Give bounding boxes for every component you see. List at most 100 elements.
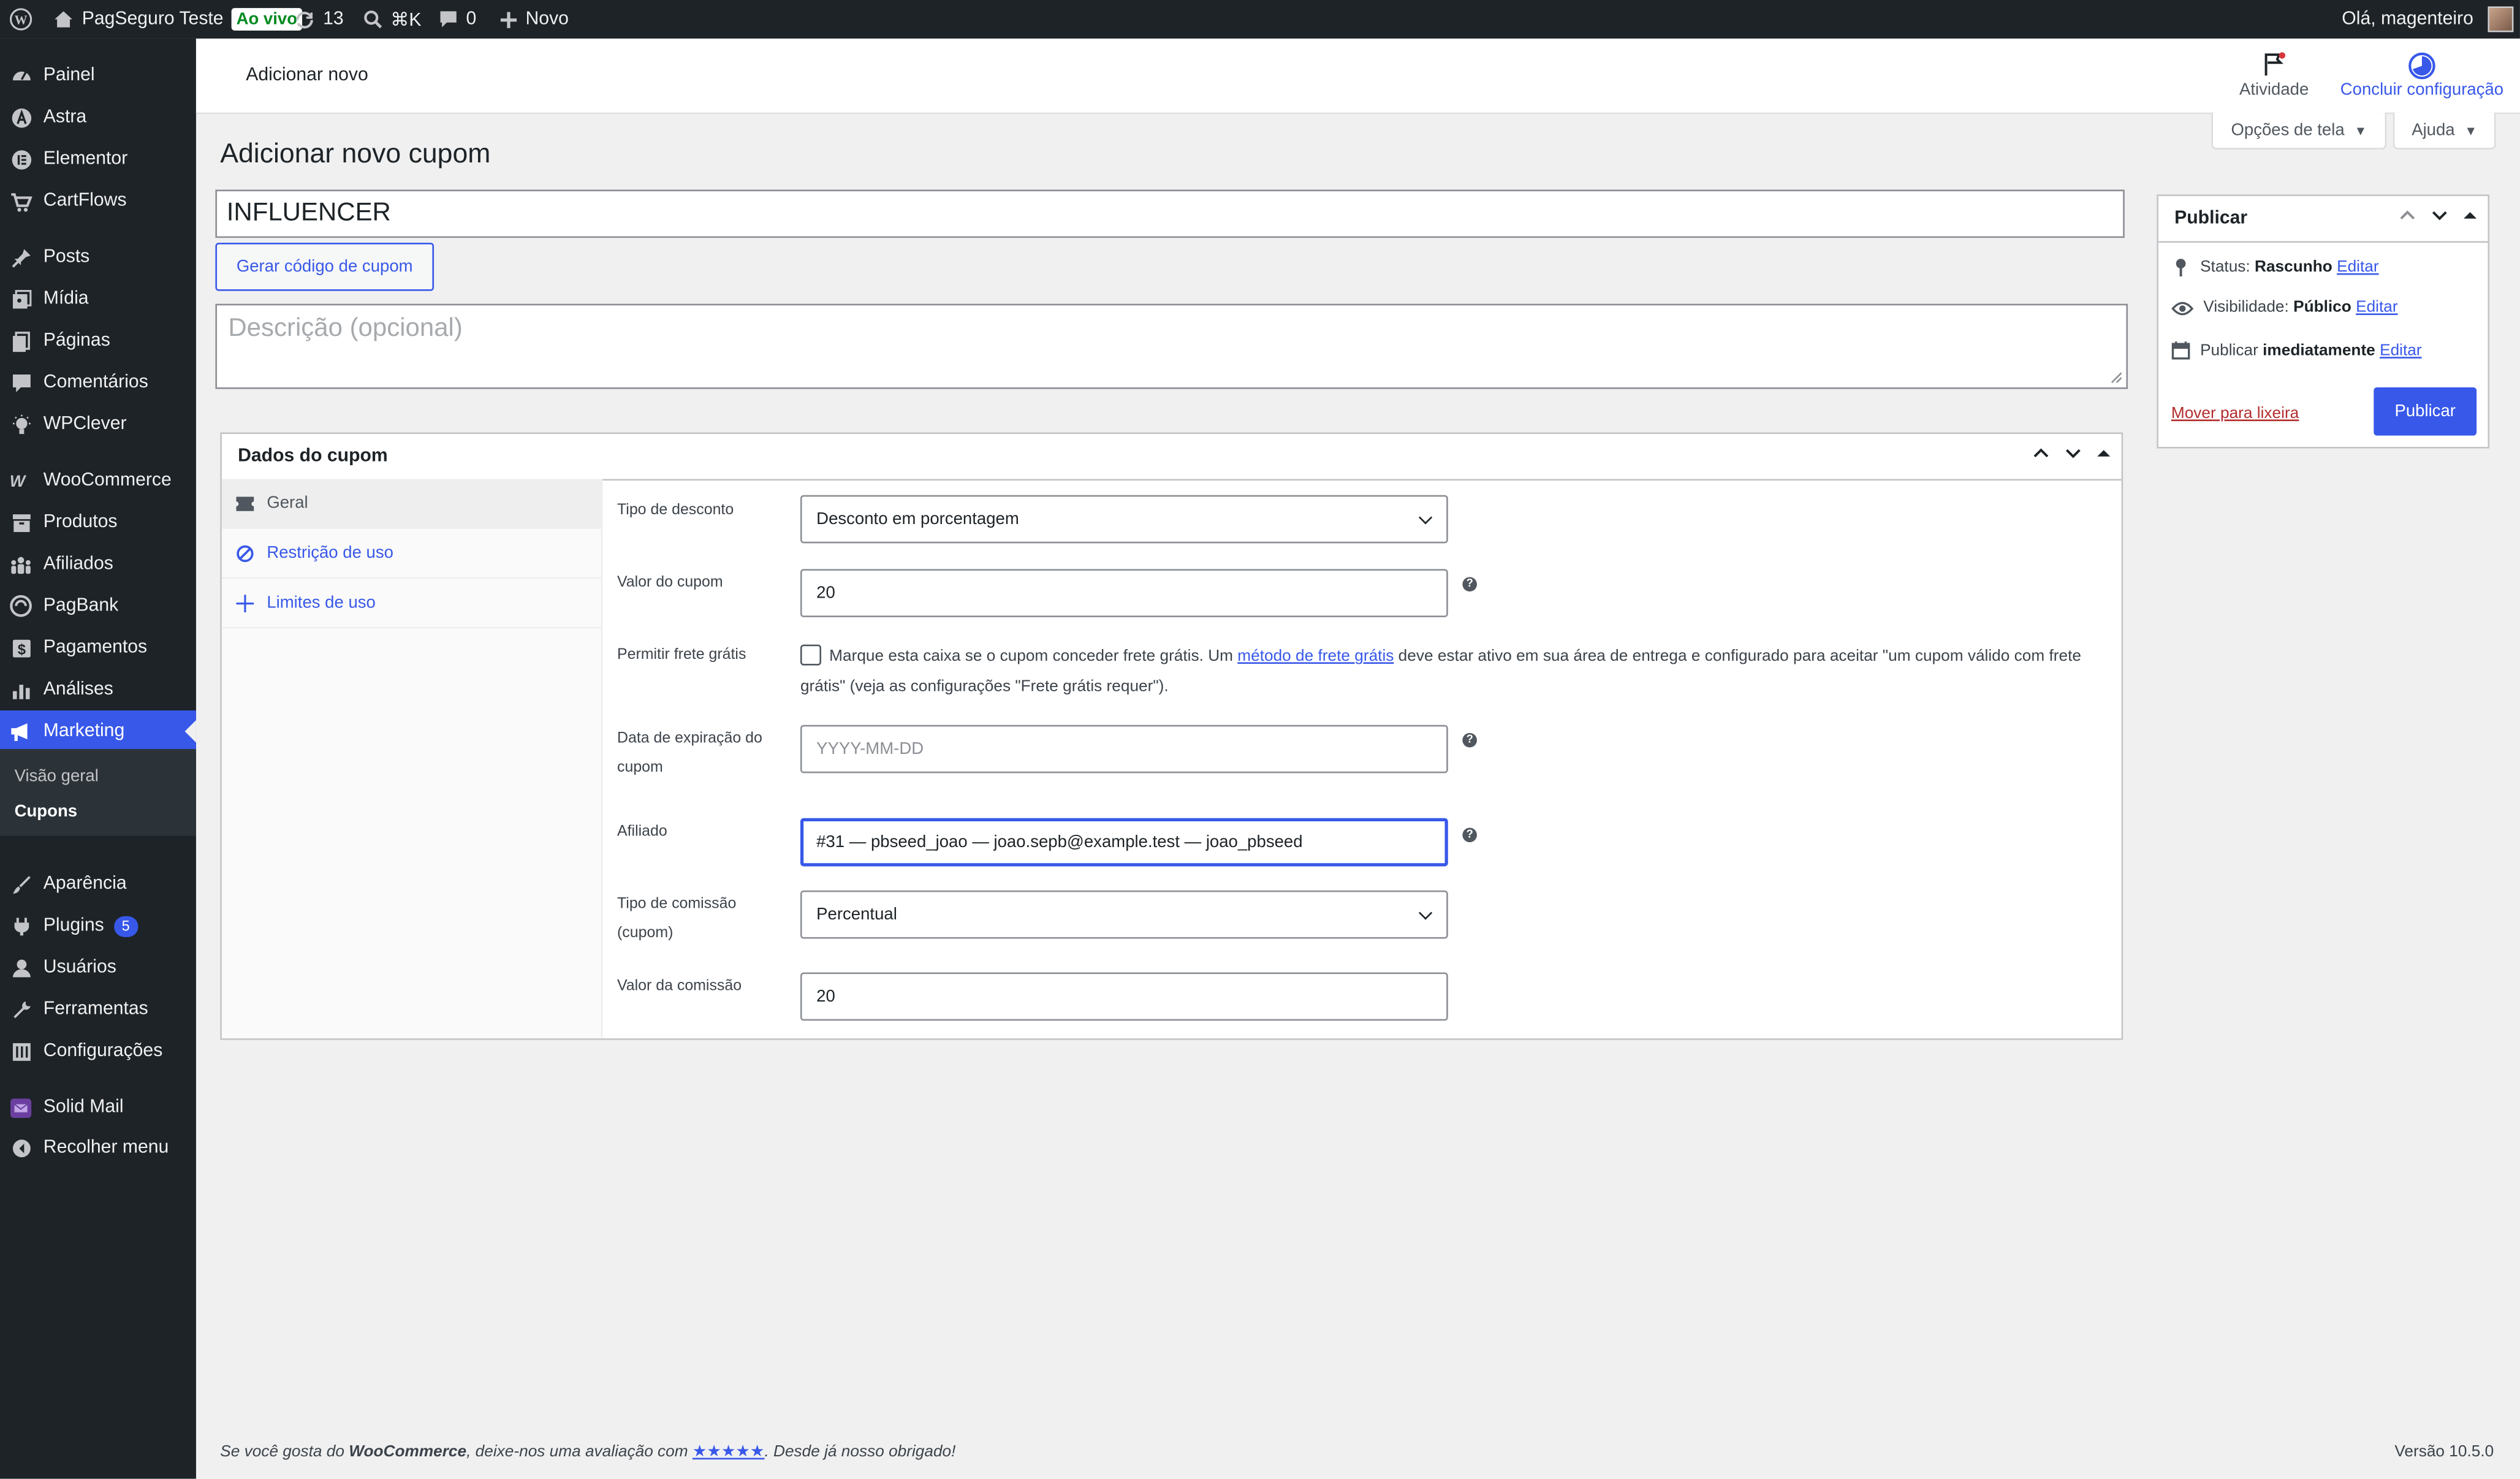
avatar [2488, 6, 2514, 32]
expiry-date-input[interactable]: YYYY-MM-DD [800, 724, 1448, 774]
free-shipping-method-link[interactable]: método de frete grátis [1237, 648, 1394, 666]
wordpress-logo-icon[interactable]: W [9, 0, 32, 39]
sidebar-item-produtos[interactable]: Produtos [0, 503, 196, 542]
sidebar-item-comentarios[interactable]: Comentários [0, 363, 196, 402]
tab-usage-limits[interactable]: Limites de uso [221, 579, 601, 629]
commission-type-select[interactable]: Percentual [800, 890, 1448, 939]
sidebar-item-afiliados[interactable]: Afiliados [0, 545, 196, 584]
publish-header: Publicar [2158, 196, 2488, 243]
tab-usage-limits-label: Limites de uso [267, 593, 376, 613]
rating-stars-link[interactable]: ★★★★★ [693, 1443, 765, 1461]
screen-options-button[interactable]: Opções de tela ▼ [2211, 112, 2387, 150]
updates-link[interactable]: 13 [294, 0, 344, 39]
footer-text: Se você gosta do [220, 1443, 349, 1461]
toggle-panel-icon[interactable] [2096, 445, 2112, 461]
sidebar-item-usuarios[interactable]: Usuários [0, 948, 196, 987]
move-up-icon[interactable] [2398, 206, 2417, 225]
expiry-date-placeholder: YYYY-MM-DD [816, 739, 924, 759]
sidebar-item-configuracoes[interactable]: Configurações [0, 1032, 196, 1071]
sidebar-item-recolher-menu[interactable]: Recolher menu [0, 1128, 196, 1167]
publish-status-row: Status: Rascunho Editar [2171, 257, 2379, 277]
coupon-code-input[interactable]: INFLUENCER [215, 189, 2125, 238]
sidebar-item-label: WPClever [43, 414, 127, 435]
my-account[interactable]: Olá, magenteiro [2342, 0, 2514, 39]
sidebar-item-solid-mail[interactable]: Solid Mail [0, 1088, 196, 1127]
sidebar-item-pagamentos[interactable]: $ Pagamentos [0, 628, 196, 667]
help-button[interactable]: Ajuda ▼ [2393, 112, 2496, 150]
amount-label: Valor do cupom [617, 574, 723, 592]
publish-title: Publicar [2174, 208, 2248, 229]
sidebar-item-painel[interactable]: Painel [0, 56, 196, 95]
cartflows-icon [10, 189, 32, 212]
sidebar-item-cartflows[interactable]: CartFlows [0, 181, 196, 220]
tab-general[interactable]: Geral [221, 479, 601, 529]
sidebar-item-paginas[interactable]: Páginas [0, 321, 196, 360]
commission-value-input[interactable]: 20 [800, 972, 1448, 1021]
discount-type-label: Tipo de desconto [617, 501, 734, 520]
help-icon[interactable]: ? [1462, 732, 1477, 748]
affiliate-input[interactable]: #31 — pbseed_joao — joao.sepb@example.te… [800, 818, 1448, 867]
move-up-icon[interactable] [2032, 444, 2051, 463]
sidebar-item-midia[interactable]: Mídia [0, 279, 196, 318]
move-to-trash-link[interactable]: Mover para lixeira [2171, 405, 2299, 423]
description-textarea[interactable]: Descrição (opcional) [215, 303, 2128, 389]
sidebar-item-aparencia[interactable]: Aparência [0, 865, 196, 903]
move-down-icon[interactable] [2430, 206, 2449, 225]
tab-usage-restriction-label: Restrição de uso [267, 543, 393, 563]
toggle-panel-icon[interactable] [2462, 207, 2478, 223]
resize-handle-icon[interactable] [2110, 371, 2123, 384]
discount-type-select[interactable]: Desconto em porcentagem [800, 495, 1448, 544]
sidebar-item-label: CartFlows [43, 191, 127, 211]
sidebar-item-analises[interactable]: Análises [0, 671, 196, 709]
free-shipping-text: Marque esta caixa se o cupom conceder fr… [829, 647, 1238, 666]
help-icon[interactable]: ? [1462, 827, 1477, 843]
submenu-overview[interactable]: Visão geral [15, 767, 99, 786]
admin-bar: W PagSeguro Teste Ao vivo 13 ⌘K 0 Novo O… [0, 0, 2520, 39]
site-name: PagSeguro Teste [82, 9, 224, 29]
sidebar-item-label: Marketing [43, 721, 125, 741]
activity-button[interactable]: Atividade [2231, 51, 2318, 100]
move-down-icon[interactable] [2063, 444, 2082, 463]
eye-icon [2171, 301, 2194, 315]
free-shipping-description: Marque esta caixa se o cupom conceder fr… [800, 641, 2105, 702]
help-icon[interactable]: ? [1462, 577, 1477, 592]
sidebar-item-pagbank[interactable]: PagBank [0, 587, 196, 625]
free-shipping-checkbox[interactable] [800, 644, 822, 666]
new-content-link[interactable]: Novo [500, 0, 569, 39]
amount-value: 20 [816, 583, 835, 603]
svg-text:W: W [15, 12, 28, 27]
commission-value-label: Valor da comissão [617, 977, 742, 995]
amount-input[interactable]: 20 [800, 569, 1448, 618]
sidebar-item-posts[interactable]: Posts [0, 238, 196, 276]
comments-link[interactable]: 0 [439, 0, 476, 39]
footer-text-2: , deixe-nos uma avaliação com [466, 1443, 693, 1461]
limits-icon [235, 593, 254, 612]
edit-status-link[interactable]: Editar [2337, 258, 2379, 276]
coupon-data-title: Dados do cupom [238, 447, 388, 466]
sidebar-item-elementor[interactable]: Elementor [0, 140, 196, 178]
dashboard-icon [10, 64, 32, 87]
finish-setup-button[interactable]: Concluir configuração [2334, 51, 2510, 100]
archive-icon [10, 511, 32, 534]
command-search[interactable]: ⌘K [363, 0, 422, 39]
sidebar-item-woocommerce[interactable]: W WooCommerce [0, 462, 196, 500]
generate-coupon-code-button[interactable]: Gerar código de cupom [215, 242, 435, 291]
tab-usage-restriction[interactable]: Restrição de uso [221, 529, 601, 579]
progress-circle-icon [2408, 52, 2435, 80]
sidebar-item-wpclever[interactable]: WPClever [0, 405, 196, 444]
publish-button[interactable]: Publicar [2374, 387, 2477, 436]
sidebar-item-plugins[interactable]: Plugins 5 [0, 907, 196, 945]
affiliate-value: #31 — pbseed_joao — joao.sepb@example.te… [816, 832, 1303, 852]
edit-visibility-link[interactable]: Editar [2356, 299, 2398, 317]
sidebar-item-marketing[interactable]: Marketing [0, 710, 196, 753]
settings-icon [10, 1040, 32, 1063]
sidebar-item-ferramentas[interactable]: Ferramentas [0, 990, 196, 1028]
sidebar-item-astra[interactable]: Astra [0, 98, 196, 137]
submenu-coupons[interactable]: Cupons [15, 802, 77, 821]
edit-date-link[interactable]: Editar [2380, 341, 2422, 359]
pin-icon [10, 246, 32, 268]
search-icon [364, 10, 382, 29]
footer-rating-text: Se você gosta do WooCommerce, deixe-nos … [220, 1443, 955, 1461]
visibility-label: Visibilidade: [2203, 298, 2289, 317]
site-name-link[interactable]: PagSeguro Teste Ao vivo [53, 0, 302, 39]
